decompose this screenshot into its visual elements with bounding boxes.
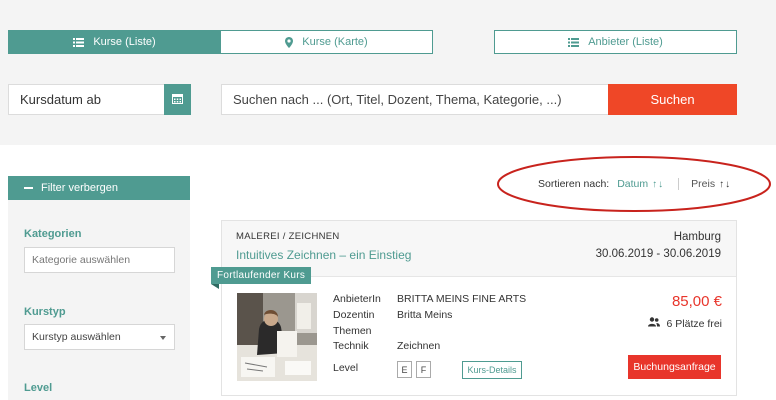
ongoing-course-badge: Fortlaufender Kurs xyxy=(211,267,312,284)
list-icon xyxy=(73,37,85,47)
map-pin-icon xyxy=(285,36,294,48)
detail-value: BRITTA MEINS FINE ARTS xyxy=(397,293,527,305)
coursetype-select[interactable]: Kurstyp auswählen xyxy=(24,324,175,350)
coursetype-value: Kurstyp auswählen xyxy=(32,331,121,343)
tab-label: Kurse (Liste) xyxy=(93,36,156,48)
detail-key: AnbieterIn xyxy=(333,293,381,305)
search-placeholder: Suchen nach ... (Ort, Titel, Dozent, The… xyxy=(233,92,562,107)
course-dates: 30.06.2019 - 30.06.2019 xyxy=(595,248,721,260)
sort-label: Sortieren nach: xyxy=(538,178,610,190)
detail-value: Zeichnen xyxy=(397,340,441,353)
tab-courses-map[interactable]: Kurse (Karte) xyxy=(220,30,433,54)
hide-filter-label: Filter verbergen xyxy=(41,182,119,194)
detail-key: Technik xyxy=(333,340,369,353)
course-price: 85,00 € xyxy=(671,293,722,310)
chevron-down-icon xyxy=(160,336,166,340)
detail-key: Dozentin xyxy=(333,308,375,321)
detail-row: Themen xyxy=(333,325,526,341)
available-spots-label: 6 Plätze frei xyxy=(666,317,722,330)
sort-bar: Sortieren nach: Datum ↑↓ Preis ↑↓ xyxy=(538,177,731,191)
divider xyxy=(678,178,680,190)
users-icon xyxy=(647,317,660,330)
course-date-placeholder: Kursdatum ab xyxy=(20,92,101,107)
course-title-link[interactable]: Intuitives Zeichnen – ein Einstieg xyxy=(236,248,411,262)
tab-label: Kurse (Karte) xyxy=(302,36,368,48)
search-input[interactable]: Suchen nach ... (Ort, Titel, Dozent, The… xyxy=(221,84,609,115)
sort-arrows-icon[interactable]: ↑↓ xyxy=(652,179,664,190)
available-spots: 6 Plätze frei xyxy=(647,317,722,330)
detail-key: Themen xyxy=(333,324,372,337)
course-date-input[interactable]: Kursdatum ab xyxy=(8,84,165,115)
course-city: Hamburg xyxy=(673,231,721,243)
course-details-button[interactable]: Kurs-Details xyxy=(462,361,522,379)
tab-providers-list[interactable]: Anbieter (Liste) xyxy=(494,30,737,54)
booking-request-button[interactable]: Buchungsanfrage xyxy=(628,355,721,379)
categories-label: Kategorien xyxy=(24,228,82,240)
detail-row: Dozentin Britta Meins xyxy=(333,309,526,325)
tab-label: Anbieter (Liste) xyxy=(588,36,663,48)
level-badge: E xyxy=(397,361,412,378)
hide-filter-button[interactable]: Filter verbergen xyxy=(8,176,190,200)
level-badge: F xyxy=(416,361,431,378)
detail-row: AnbieterIn BRITTA MEINS FINE ARTS xyxy=(333,293,526,309)
search-area xyxy=(0,0,776,145)
category-input[interactable]: Kategorie auswählen xyxy=(24,247,175,273)
category-placeholder: Kategorie auswählen xyxy=(32,254,131,266)
detail-value: Britta Meins xyxy=(397,308,453,321)
detail-row: Technik Zeichnen xyxy=(333,340,526,356)
detail-key: Level xyxy=(333,362,359,375)
sort-by-price[interactable]: Preis xyxy=(691,178,715,190)
minus-icon xyxy=(24,187,33,189)
ribbon-fold xyxy=(211,284,219,289)
course-category: MALEREI / ZEICHNEN xyxy=(236,231,340,242)
sort-arrows-icon[interactable]: ↑↓ xyxy=(719,179,731,190)
calendar-button[interactable] xyxy=(164,84,191,115)
search-button[interactable]: Suchen xyxy=(608,84,737,115)
level-label: Level xyxy=(24,382,53,394)
sort-by-date[interactable]: Datum xyxy=(617,178,648,190)
tab-courses-list[interactable]: Kurse (Liste) xyxy=(8,30,221,54)
course-image[interactable] xyxy=(237,293,317,381)
calendar-icon xyxy=(172,91,183,109)
coursetype-label: Kurstyp xyxy=(24,306,66,318)
list-icon xyxy=(568,37,580,47)
